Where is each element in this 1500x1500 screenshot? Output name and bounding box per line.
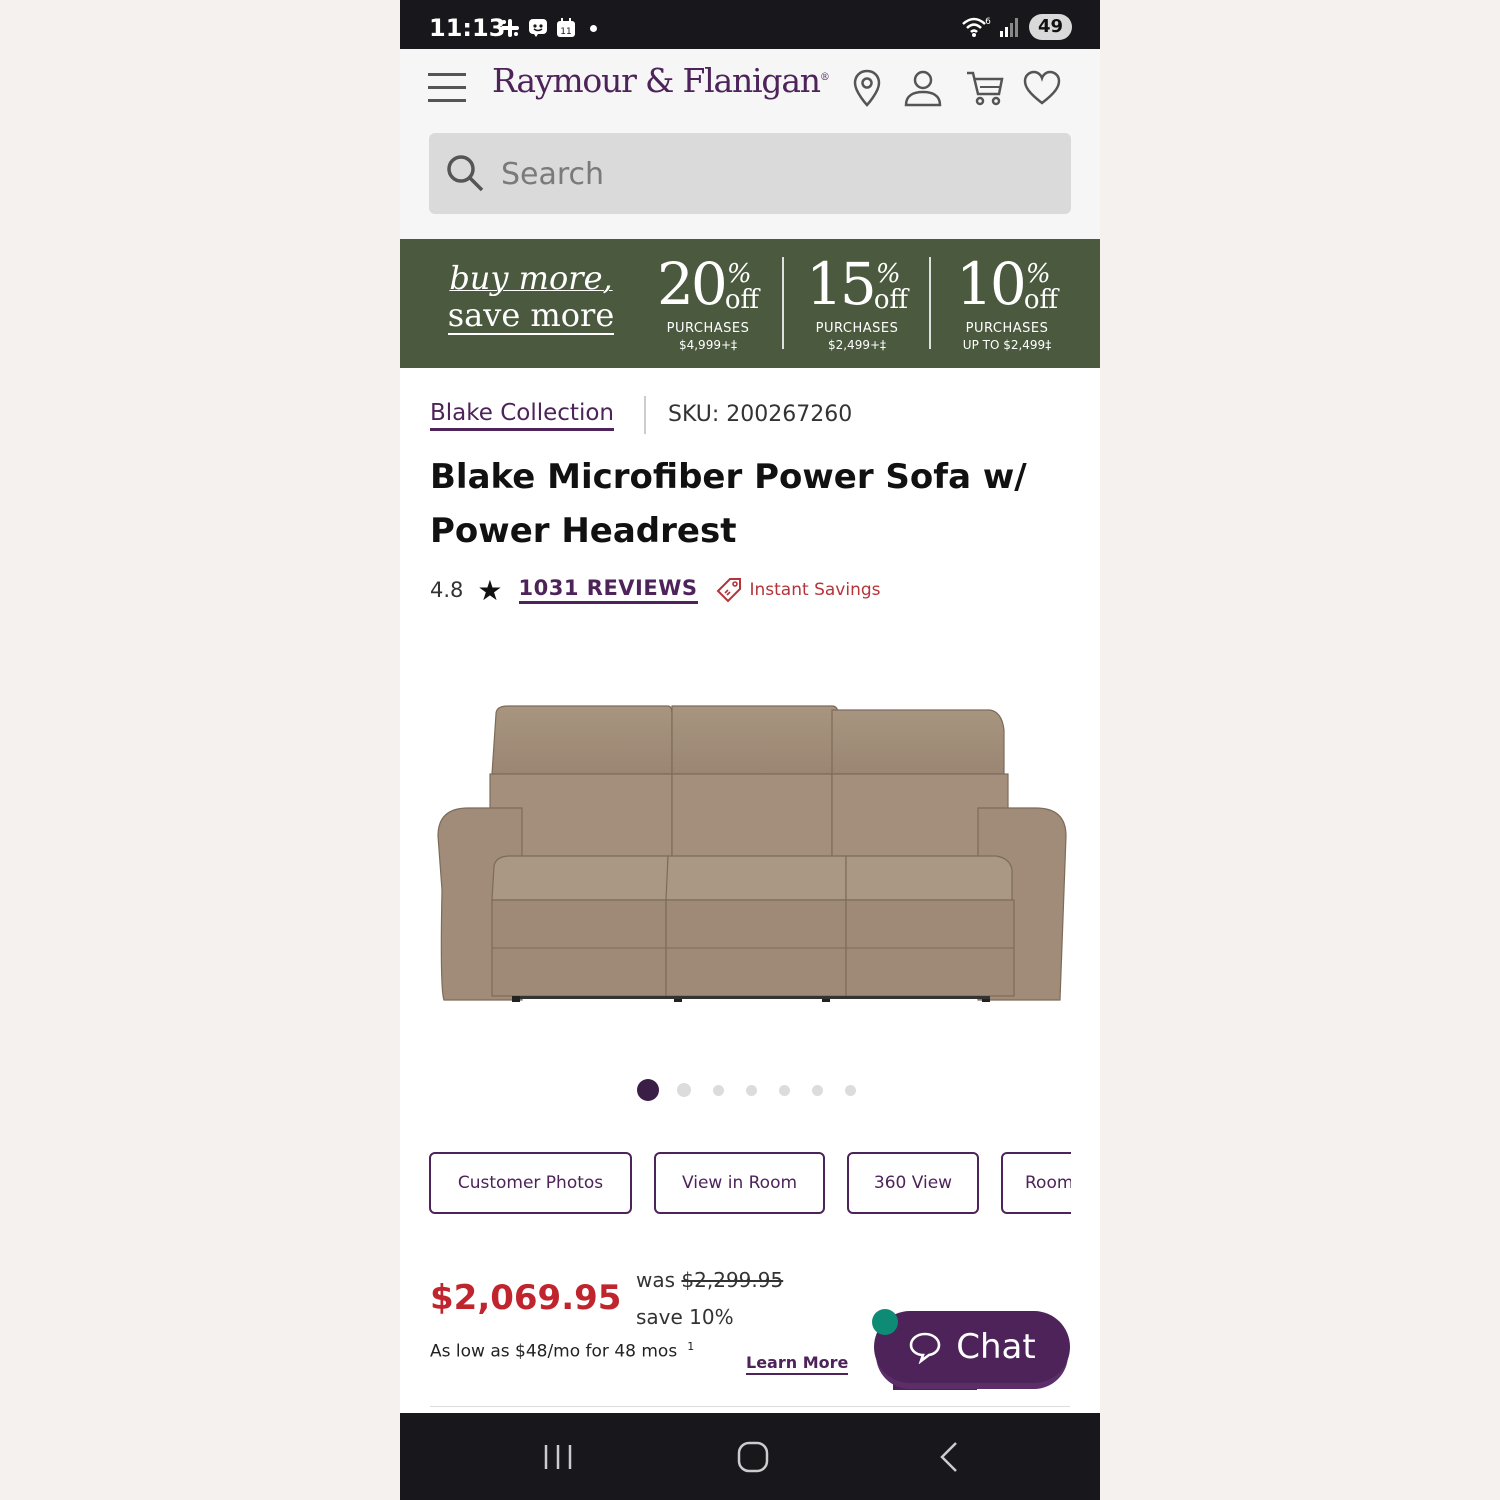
financing-text: As low as $48/mo for 48 mos 1: [430, 1340, 694, 1362]
status-time: 11:13: [429, 14, 506, 42]
offer-amount: $4,999+‡: [678, 338, 738, 352]
offer-amount: UP TO $2,499‡: [962, 338, 1052, 352]
was-label: was: [636, 1268, 676, 1292]
promo-banner[interactable]: buy more, save more 20 % off PURCHASES $4…: [400, 239, 1100, 368]
site-logo[interactable]: Raymour & Flanigan®: [492, 61, 830, 100]
chat-status-indicator: [872, 1309, 898, 1335]
promo-tagline-line1: buy more,: [449, 259, 613, 297]
save-percent: save 10%: [636, 1305, 734, 1329]
location-pin-icon[interactable]: [846, 67, 888, 109]
search-input[interactable]: [499, 133, 1063, 216]
back-icon[interactable]: [930, 1437, 970, 1477]
financing-footnote: 1: [687, 1340, 695, 1353]
price-tag-icon: [716, 578, 741, 603]
carousel-dot[interactable]: [713, 1084, 724, 1096]
chat-label: Chat: [956, 1327, 1036, 1367]
collection-link[interactable]: Blake Collection: [430, 400, 614, 431]
search-bar[interactable]: [429, 133, 1071, 216]
notification-icons: 11: [500, 16, 597, 40]
offer-percent: 20: [657, 250, 728, 318]
search-icon[interactable]: [445, 153, 485, 193]
network-type: 6: [985, 17, 991, 27]
site-header: Raymour & Flanigan®: [400, 49, 1100, 239]
star-icon: ★: [477, 573, 503, 607]
carousel-dots: [637, 1079, 856, 1101]
offer-divider: [782, 257, 784, 349]
status-bar: 11:13 11 6 49: [400, 0, 1100, 49]
carousel-dot[interactable]: [677, 1083, 691, 1097]
offer-percent: 10: [956, 250, 1027, 318]
carousel-dot[interactable]: [812, 1084, 823, 1096]
learn-more-link[interactable]: Learn More: [746, 1353, 849, 1375]
offer-divider: [929, 257, 931, 349]
rating-row: 4.8 ★ 1031 REVIEWS Instant Savings: [430, 573, 881, 607]
system-nav-bar: [400, 1413, 1100, 1500]
account-icon[interactable]: [902, 67, 944, 109]
sale-price: $2,069.95: [430, 1278, 622, 1318]
phone-screen: 11:13 11 6 49 Raymour & Flanigan® Search…: [400, 0, 1100, 1500]
more-notifications-dot: [590, 24, 597, 32]
signal-icon: [999, 18, 1018, 37]
original-price: $2,299.95: [681, 1268, 784, 1292]
chat-button[interactable]: Chat: [874, 1311, 1070, 1383]
calendar-day: 11: [560, 27, 571, 37]
360-view-button[interactable]: 360 View: [847, 1152, 979, 1214]
chat-app-icon: [529, 19, 547, 37]
offer-off: off: [873, 285, 908, 315]
product-sku: SKU: 200267260: [668, 402, 853, 427]
section-divider: [430, 1406, 1070, 1407]
cart-icon[interactable]: [964, 67, 1006, 109]
offer-15: 15 % off PURCHASES $2,499+‡: [800, 249, 914, 352]
view-in-room-button[interactable]: View in Room: [654, 1152, 825, 1214]
reviews-link[interactable]: 1031 REVIEWS: [518, 576, 698, 604]
offer-label: PURCHASES: [815, 321, 899, 336]
media-buttons: Customer Photos View in Room 360 View Ro…: [429, 1152, 1071, 1218]
calendar-icon: 11: [557, 18, 575, 37]
carousel-dot[interactable]: [746, 1084, 757, 1096]
offer-amount: $2,499+‡: [827, 338, 887, 352]
offer-20: 20 % off PURCHASES $4,999+‡: [652, 249, 764, 352]
promo-tagline-line2: save more: [447, 296, 615, 335]
status-right: 6 49: [961, 14, 1072, 40]
offer-label: PURCHASES: [666, 321, 750, 336]
customer-photos-button[interactable]: Customer Photos: [429, 1152, 632, 1214]
recent-apps-icon[interactable]: [538, 1437, 578, 1477]
menu-icon[interactable]: [428, 73, 466, 105]
logo-registered-mark: ®: [819, 72, 830, 83]
rating-value: 4.8: [430, 578, 464, 602]
product-title: Blake Microfiber Power Sofa w/ Power Hea…: [430, 457, 1027, 551]
wifi-icon: 6: [962, 17, 991, 37]
offer-label: PURCHASES: [965, 321, 1049, 336]
battery-indicator: 49: [1028, 14, 1072, 40]
financing-offer: As low as $48/mo for 48 mos: [430, 1341, 678, 1362]
offer-off: off: [724, 285, 759, 315]
offer-off: off: [1023, 285, 1058, 315]
product-image[interactable]: [430, 690, 1070, 1020]
slack-icon: [501, 19, 519, 37]
carousel-dot[interactable]: [779, 1084, 790, 1096]
carousel-dot[interactable]: [845, 1084, 856, 1096]
carousel-dot-active[interactable]: [637, 1079, 659, 1101]
logo-text: Raymour & Flanigan: [492, 61, 821, 100]
promo-tagline: buy more, save more: [438, 259, 624, 335]
instant-savings-badge[interactable]: Instant Savings: [750, 580, 881, 600]
room-button[interactable]: Room: [1001, 1152, 1071, 1214]
was-price: was $2,299.95: [636, 1268, 783, 1292]
offer-10: 10 % off PURCHASES UP TO $2,499‡: [948, 249, 1066, 352]
home-icon[interactable]: [733, 1437, 773, 1477]
offer-percent: 15: [806, 250, 877, 318]
chat-bubble-icon: [909, 1332, 941, 1364]
meta-divider: [644, 396, 646, 434]
heart-icon[interactable]: [1021, 67, 1063, 109]
